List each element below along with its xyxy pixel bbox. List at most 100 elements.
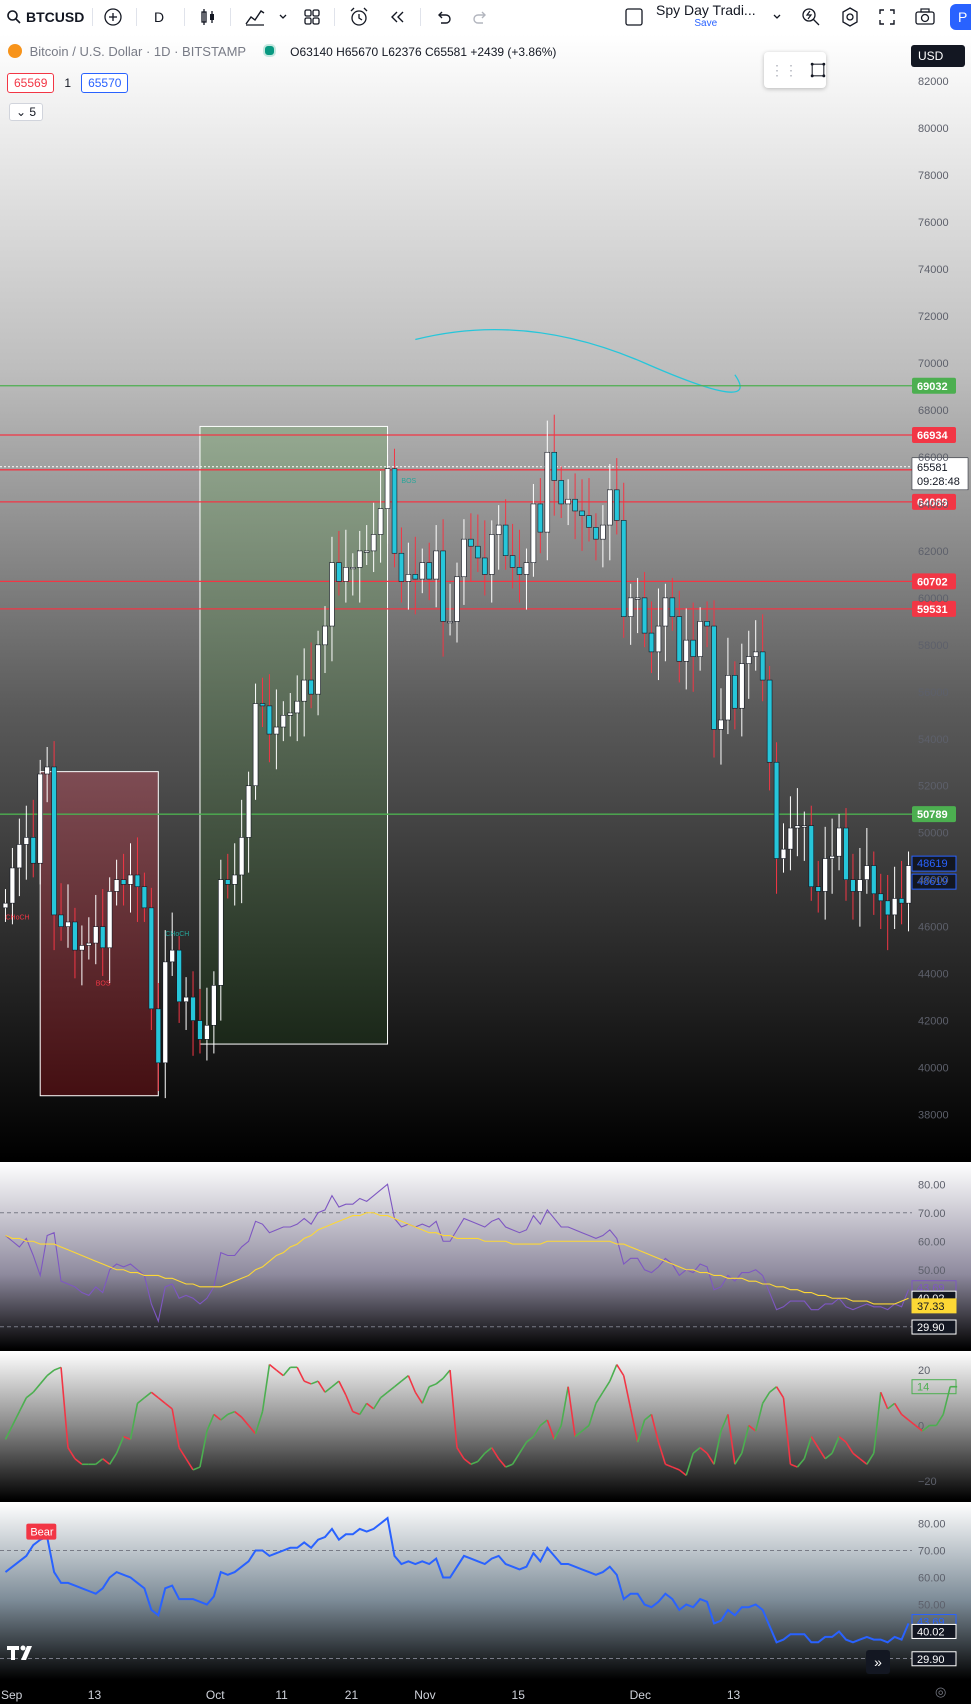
osc-tick: 60.00: [918, 1236, 946, 1248]
candle-body: [884, 900, 891, 916]
symbol-search[interactable]: BTCUSD: [6, 0, 84, 34]
candle-body: [593, 527, 599, 540]
osc-badge: 29.90: [917, 1322, 945, 1334]
chart-type-button[interactable]: [198, 0, 218, 34]
candle-body: [489, 534, 495, 575]
candle-body: [558, 480, 564, 505]
indicators-toggle[interactable]: ⌄ 5: [9, 103, 44, 121]
candle-body: [627, 597, 634, 617]
replay-button[interactable]: [388, 0, 406, 34]
smc-label: CHoCH: [5, 915, 29, 922]
candle-body: [551, 451, 557, 481]
smc-label: BOS: [96, 980, 111, 987]
candle-body: [16, 844, 23, 869]
compare-button[interactable]: [102, 0, 124, 34]
candle-body: [162, 961, 168, 1064]
interval-button[interactable]: D: [154, 0, 164, 34]
candle-body: [266, 705, 273, 735]
redo-button[interactable]: [472, 0, 490, 34]
drag-handle-icon[interactable]: ⋮⋮: [770, 62, 798, 79]
candle-body: [614, 489, 620, 521]
currency-select[interactable]: USD: [911, 45, 965, 67]
candle-body: [502, 524, 509, 556]
undo-button[interactable]: [434, 0, 452, 34]
candle-body: [93, 926, 99, 944]
candle-body: [315, 644, 321, 695]
candle-body: [190, 996, 196, 1021]
layouts-button[interactable]: [302, 0, 322, 34]
settings-icon: [842, 7, 858, 27]
candle-body: [440, 550, 446, 622]
candle-body: [197, 1020, 203, 1040]
rectangle-icon[interactable]: [810, 59, 826, 81]
candle-body: [58, 914, 64, 927]
candle-body: [218, 879, 224, 986]
candle-body: [544, 451, 551, 533]
candle-body: [655, 625, 662, 653]
osc-tick: 70.00: [918, 1546, 946, 1558]
candle-body: [801, 825, 808, 828]
candle-body: [697, 621, 703, 657]
candle-body: [843, 827, 849, 880]
candle-body: [871, 865, 877, 895]
alert-button[interactable]: [348, 0, 370, 34]
publish-button[interactable]: P: [950, 4, 971, 30]
redo-icon: [473, 11, 486, 24]
gear-icon[interactable]: ◎: [935, 1684, 946, 1700]
price-tick: 62000: [918, 546, 949, 558]
chevron-down-icon[interactable]: [278, 12, 288, 22]
candle-body: [51, 766, 57, 916]
camera-icon: [915, 8, 935, 25]
tradingview-logo-icon[interactable]: [5, 1642, 41, 1667]
candle-body: [134, 874, 141, 888]
candle-body: [176, 949, 182, 1003]
candle-body: [509, 555, 516, 568]
candle-body: [704, 621, 710, 627]
time-axis-bg: [0, 1680, 971, 1704]
chevron-down-icon[interactable]: [772, 12, 782, 22]
candle-body: [620, 520, 627, 617]
snapshot-button[interactable]: [914, 0, 936, 34]
ask-button[interactable]: 65570: [81, 73, 129, 93]
plus-circle-icon: [104, 8, 122, 26]
candle-body: [586, 515, 592, 528]
candle-body: [357, 550, 363, 568]
candle-body: [141, 886, 148, 909]
candle-body: [336, 562, 342, 582]
fullscreen-button[interactable]: [878, 0, 896, 34]
candle-body: [822, 858, 828, 892]
time-tick: 13: [727, 1688, 741, 1702]
quick-search-button[interactable]: [800, 0, 822, 34]
time-tick: 11: [275, 1688, 288, 1702]
candle-body: [169, 949, 175, 963]
candle-body: [391, 468, 398, 554]
smc-label: CHoCH: [165, 931, 189, 938]
candle-body: [752, 651, 759, 657]
candle-body: [294, 700, 300, 714]
layout-select[interactable]: Spy Day Tradi... Save: [624, 0, 782, 34]
panel-bg-1: [0, 1162, 971, 1349]
candle-body: [662, 597, 669, 627]
candle-body: [808, 825, 815, 888]
symbol-label: BTCUSD: [26, 9, 85, 25]
bid-button[interactable]: 65569: [7, 73, 55, 93]
candle-body: [746, 656, 752, 664]
price-tick: 70000: [918, 358, 949, 370]
price-tick: 48000: [918, 875, 949, 887]
candle-body: [857, 879, 863, 892]
chart-canvas[interactable]: 6903266934654536408960702595315078965581…: [0, 34, 971, 1704]
candle-body: [113, 879, 120, 892]
scroll-forward-icon[interactable]: »: [866, 1650, 890, 1674]
osc-tick: 70.00: [918, 1208, 946, 1220]
settings-button[interactable]: [839, 0, 861, 34]
alarm-icon: [350, 7, 368, 26]
market-status-icon[interactable]: [263, 44, 277, 57]
lightning-icon: [802, 8, 820, 26]
candle-body: [836, 827, 842, 857]
osc-tick: 80.00: [918, 1519, 946, 1531]
layouts-icon: [304, 9, 320, 25]
candle-body: [86, 942, 92, 946]
indicators-button[interactable]: [244, 0, 288, 34]
candle-body: [9, 867, 16, 904]
open-value: 63140: [299, 45, 333, 59]
